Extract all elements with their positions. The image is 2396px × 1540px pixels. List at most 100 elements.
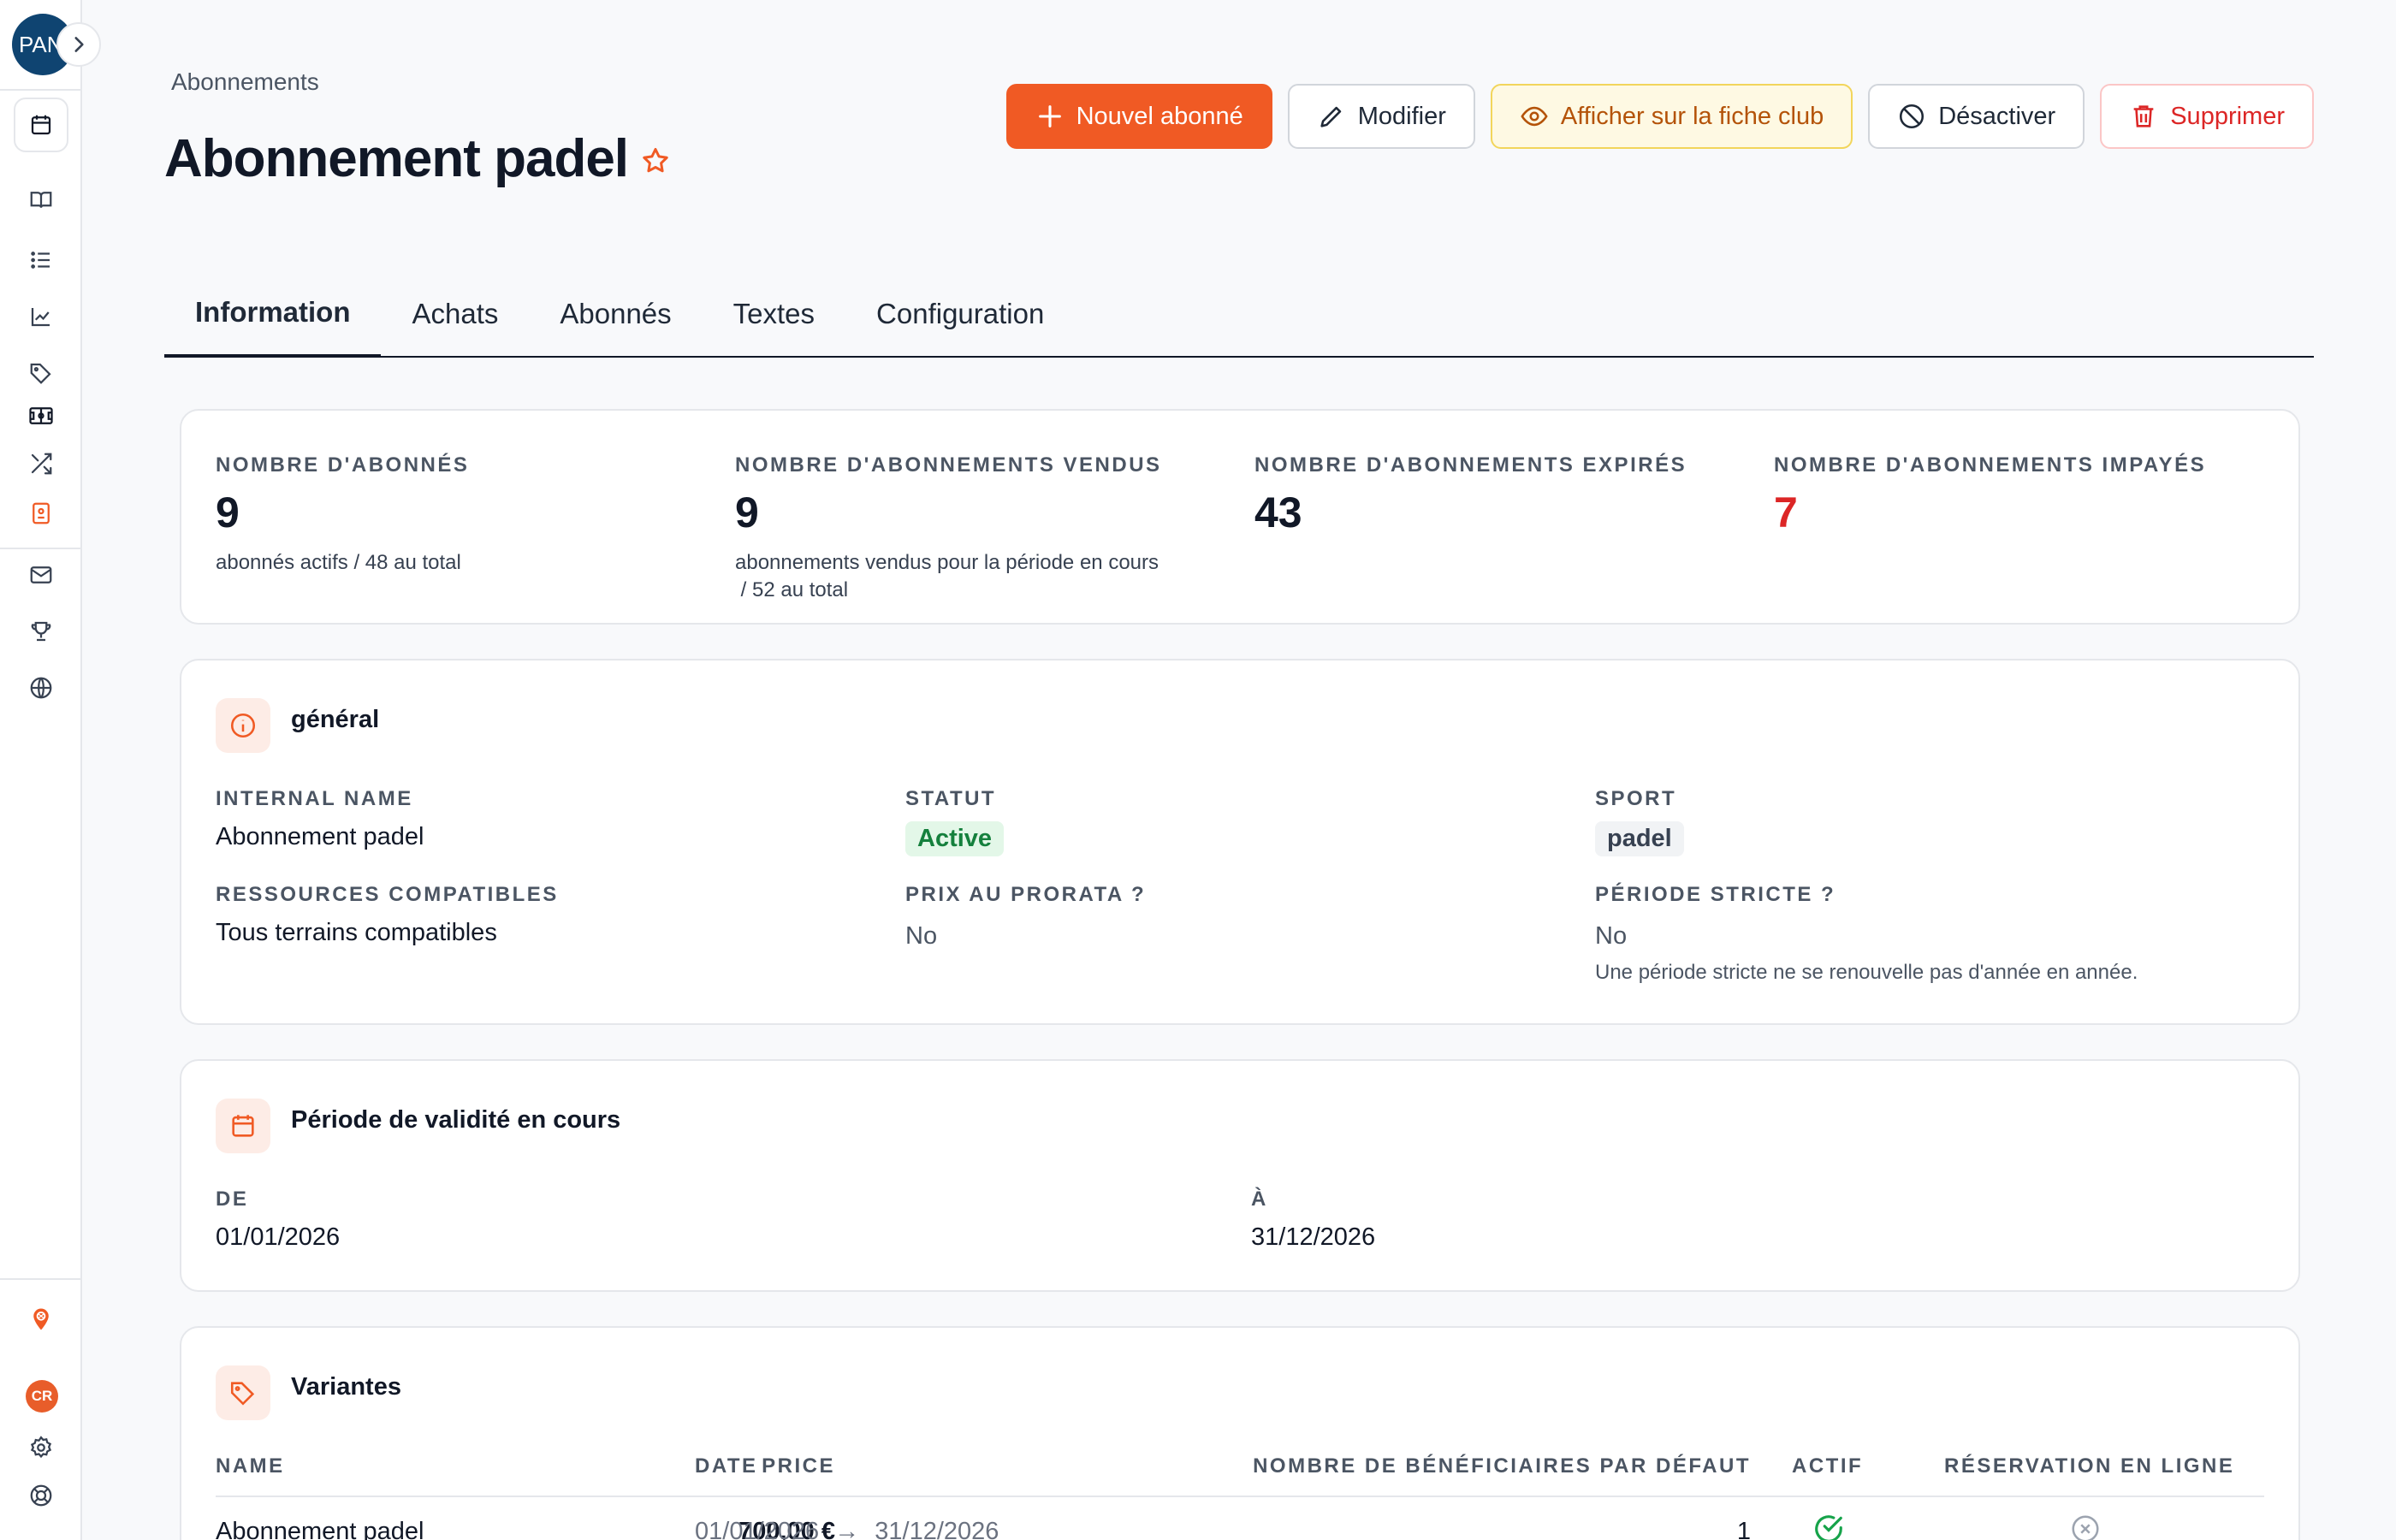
chart-line-icon (31, 308, 50, 327)
calendar-icon (31, 115, 51, 135)
field-periode-stricte: PÉRIODE STRICTE ? No Une période stricte… (1595, 883, 2138, 985)
tab-bar: Information Achats Abonnés Textes Config… (164, 282, 2314, 358)
field-value: Tous terrains compatibles (216, 919, 497, 946)
sidebar-item-subscriptions[interactable] (21, 493, 62, 534)
deactivate-button[interactable]: Désactiver (1868, 84, 2085, 149)
sidebar-item-location[interactable] (21, 1299, 62, 1340)
field-label: STATUT (905, 787, 997, 810)
stat-sub: abonnés actifs / 48 au total (216, 551, 461, 574)
cell-actif (1812, 1513, 1845, 1540)
sidebar-divider (0, 548, 82, 549)
field-from: DE 01/01/2026 (216, 1188, 340, 1252)
stat-label: NOMBRE D'ABONNEMENTS EXPIRÉS (1254, 453, 1687, 477)
field-label: SPORT (1595, 787, 1677, 810)
field-label: PÉRIODE STRICTE ? (1595, 883, 1836, 906)
stat-sub-line: / 52 au total (735, 578, 849, 601)
date-from: 01/01/2026 (695, 1518, 820, 1540)
column-header-beneficiaires[interactable]: NOMBRE DE BÉNÉFICIAIRES PAR DÉFAUT (1253, 1454, 1751, 1478)
cell-beneficiaires: 1 (1736, 1518, 1751, 1540)
tab-information[interactable]: Information (164, 282, 382, 358)
field-value: No (905, 922, 938, 950)
pencil-icon (1320, 106, 1341, 127)
card-header: Variantes (216, 1365, 401, 1420)
action-toolbar: Nouvel abonné Modifier Afficher sur la f… (1005, 84, 2314, 149)
sidebar-item-settings[interactable] (21, 1427, 62, 1468)
field-ressources: RESSOURCES COMPATIBLES Tous terrains com… (216, 883, 559, 947)
tab-configuration[interactable]: Configuration (845, 282, 1075, 358)
court-icon (29, 407, 53, 424)
status-badge: Active (905, 821, 1005, 856)
sidebar-item-book[interactable] (21, 180, 62, 221)
lifebuoy-icon (30, 1484, 52, 1507)
show-on-club-page-button[interactable]: Afficher sur la fiche club (1490, 84, 1853, 149)
globe-icon (30, 677, 52, 699)
card-title: général (291, 705, 380, 733)
field-statut: STATUT Active (905, 787, 1005, 856)
chevron-right-icon (74, 37, 84, 52)
column-header-date[interactable]: DATE (695, 1454, 758, 1478)
sidebar-item-list[interactable] (21, 240, 62, 281)
tab-textes[interactable]: Textes (703, 282, 845, 358)
edit-button[interactable]: Modifier (1287, 84, 1475, 149)
field-value: 31/12/2026 (1251, 1223, 1376, 1251)
field-value: Abonnement padel (216, 823, 424, 850)
sidebar-item-courts[interactable] (21, 395, 62, 436)
sidebar-expand-button[interactable] (56, 22, 101, 67)
tab-achats[interactable]: Achats (381, 282, 529, 358)
field-label: À (1251, 1188, 1268, 1211)
stat-sub-line: abonnements vendus pour la période en co… (735, 551, 1159, 574)
sidebar-item-stats[interactable] (21, 296, 62, 337)
field-value: No (1595, 922, 1628, 950)
column-header-price[interactable]: PRICE (762, 1454, 835, 1478)
sidebar-item-mail[interactable] (21, 554, 62, 595)
sidebar-item-calendar[interactable] (14, 98, 68, 152)
field-label: DE (216, 1188, 249, 1211)
sidebar-item-globe[interactable] (21, 667, 62, 708)
sidebar-item-help[interactable] (21, 1475, 62, 1516)
sidebar-item-trophy[interactable] (21, 611, 62, 652)
field-value: 01/01/2026 (216, 1223, 341, 1251)
column-header-reservation[interactable]: RÉSERVATION EN LIGNE (1944, 1454, 2234, 1478)
book-icon (30, 192, 52, 208)
column-header-name[interactable]: NAME (216, 1454, 285, 1478)
new-subscriber-label: Nouvel abonné (1076, 102, 1243, 130)
mail-icon (30, 566, 52, 583)
trophy-icon (31, 621, 51, 642)
delete-label: Supprimer (2170, 102, 2285, 130)
sidebar-item-shuffle[interactable] (21, 443, 62, 484)
check-circle-icon (1815, 1515, 1842, 1540)
trash-icon (2133, 105, 2154, 127)
field-sport: SPORT padel (1595, 787, 1684, 856)
field-label: PRIX AU PRORATA ? (905, 883, 1147, 906)
new-subscriber-button[interactable]: Nouvel abonné (1005, 84, 1272, 149)
general-card: général INTERNAL NAME Abonnement padel S… (180, 659, 2300, 1025)
cell-reservation (2069, 1513, 2102, 1540)
cell-date: 01/01/2026 → 31/12/2026 (695, 1518, 999, 1540)
page-title: Abonnement padel (164, 129, 629, 188)
star-icon[interactable] (640, 145, 671, 176)
field-note: Une période stricte ne se renouvelle pas… (1595, 961, 2138, 984)
sidebar-divider (0, 89, 82, 91)
breadcrumb[interactable]: Abonnements (171, 68, 319, 96)
variants-card: Variantes NAME PRICE DATE NOMBRE DE BÉNÉ… (180, 1326, 2300, 1540)
edit-label: Modifier (1357, 102, 1446, 130)
column-header-actif[interactable]: ACTIF (1792, 1454, 1863, 1478)
stat-sold: NOMBRE D'ABONNEMENTS VENDUS 9 abonnement… (735, 453, 1162, 604)
eye-icon (1521, 106, 1548, 127)
arrow-right-icon: → (834, 1518, 860, 1540)
delete-button[interactable]: Supprimer (2100, 84, 2314, 149)
tab-abonnes[interactable]: Abonnés (529, 282, 702, 358)
date-to: 31/12/2026 (875, 1518, 999, 1540)
sport-badge: padel (1595, 821, 1684, 856)
stat-label: NOMBRE D'ABONNEMENTS IMPAYÉS (1774, 453, 2207, 477)
tag-icon-badge (216, 1365, 270, 1420)
map-pin-padel-icon (33, 1308, 49, 1330)
stat-subscribers: NOMBRE D'ABONNÉS 9 abonnés actifs / 48 a… (216, 453, 469, 577)
stat-value: 9 (735, 489, 759, 536)
card-title: Période de validité en cours (291, 1105, 621, 1134)
sidebar-item-tags[interactable] (21, 352, 62, 394)
tag-icon (230, 1382, 255, 1406)
stat-expired: NOMBRE D'ABONNEMENTS EXPIRÉS 43 (1254, 453, 1687, 537)
ban-icon (1900, 104, 1925, 129)
user-avatar[interactable]: CR (26, 1380, 58, 1413)
